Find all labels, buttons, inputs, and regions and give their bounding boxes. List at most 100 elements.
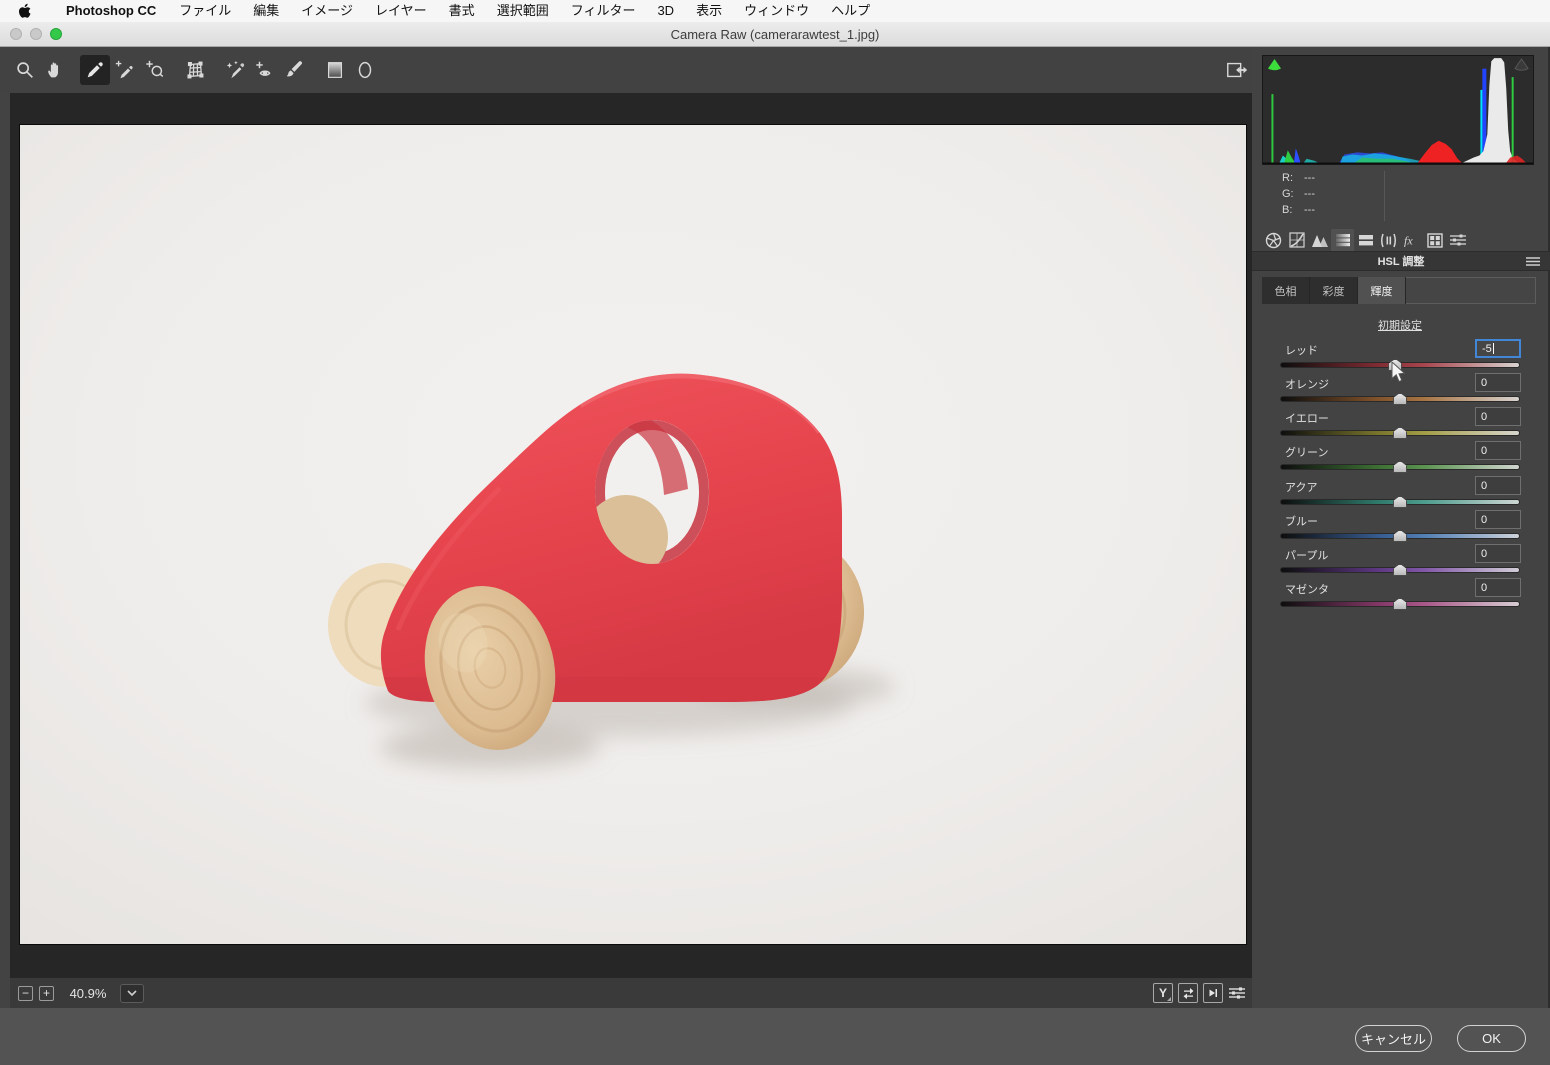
slider-thumb-green[interactable]: [1393, 461, 1407, 473]
svg-text:fx: fx: [1404, 234, 1413, 248]
slider-thumb-yellow[interactable]: [1393, 427, 1407, 439]
before-after-view-button[interactable]: Y: [1153, 983, 1173, 1003]
copy-settings-button[interactable]: [1203, 983, 1223, 1003]
slider-track-yellow[interactable]: [1280, 430, 1520, 436]
slider-input-purple[interactable]: 0: [1475, 544, 1521, 563]
adjustment-brush-tool-button[interactable]: [280, 55, 310, 85]
panel-title: HSL 調整: [1378, 253, 1425, 269]
fullscreen-toggle-button[interactable]: [1222, 55, 1252, 85]
menu-item-window[interactable]: ウィンドウ: [733, 0, 820, 22]
menu-item-file[interactable]: ファイル: [168, 0, 242, 22]
slider-label-aqua: アクア: [1285, 479, 1317, 495]
highlight-clipping-indicator[interactable]: [1513, 58, 1530, 72]
menu-item-select[interactable]: 選択範囲: [486, 0, 560, 22]
zoom-bar: − + 40.9% Y: [10, 978, 1252, 1008]
menu-item-layer[interactable]: レイヤー: [364, 0, 438, 22]
slider-label-blue: ブルー: [1285, 513, 1318, 529]
highlight-clipping-icon: [1513, 58, 1530, 72]
zoom-out-button[interactable]: −: [18, 986, 33, 1001]
slider-input-magenta[interactable]: 0: [1475, 578, 1521, 597]
white-balance-tool-icon: [84, 59, 106, 81]
slider-thumb-blue[interactable]: [1393, 530, 1407, 542]
camera-calibration-tab-icon: [1427, 233, 1443, 248]
radial-filter-tool-button[interactable]: [350, 55, 380, 85]
graduated-filter-tool-button[interactable]: [320, 55, 350, 85]
menu-item-help[interactable]: ヘルプ: [820, 0, 881, 22]
color-sampler-tool-icon: [114, 59, 136, 81]
tab-luminance[interactable]: 輝度: [1358, 277, 1406, 304]
slider-track-orange[interactable]: [1280, 396, 1520, 402]
tab-split-toning[interactable]: [1354, 229, 1377, 251]
slider-input-red[interactable]: -5: [1475, 339, 1521, 358]
slider-thumb-orange[interactable]: [1393, 393, 1407, 405]
shadow-clipping-indicator[interactable]: [1266, 58, 1283, 72]
slider-input-green[interactable]: 0: [1475, 441, 1521, 460]
slider-yellow: イエロー 0: [1252, 410, 1550, 440]
preview-settings-button[interactable]: [1228, 983, 1246, 1003]
zoom-tool-button[interactable]: [10, 55, 40, 85]
tab-hsl-grayscale[interactable]: [1331, 229, 1354, 251]
slider-track-blue[interactable]: [1280, 533, 1520, 539]
presets-tab-icon: [1450, 233, 1466, 247]
hsl-grayscale-tab-icon: [1335, 233, 1351, 247]
menu-item-type[interactable]: 書式: [438, 0, 486, 22]
spot-removal-tool-button[interactable]: [220, 55, 250, 85]
apple-menu[interactable]: [18, 3, 34, 19]
slider-thumb-magenta[interactable]: [1393, 598, 1407, 610]
camera-raw-dialog: − + 40.9% Y: [0, 47, 1550, 1065]
tab-tone-curve[interactable]: [1285, 229, 1308, 251]
slider-input-aqua[interactable]: 0: [1475, 476, 1521, 495]
tab-saturation[interactable]: 彩度: [1310, 277, 1358, 304]
histogram-plot: [1263, 56, 1533, 164]
tab-hue[interactable]: 色相: [1262, 277, 1310, 304]
targeted-adjustment-tool-button[interactable]: [140, 55, 170, 85]
slider-thumb-purple[interactable]: [1393, 564, 1407, 576]
slider-input-yellow[interactable]: 0: [1475, 407, 1521, 426]
effects-tab-icon: fx: [1403, 233, 1421, 247]
tab-camera-calibration[interactable]: [1423, 229, 1446, 251]
g-row: G:---: [1282, 186, 1315, 202]
detail-tab-icon: [1311, 233, 1329, 247]
slider-input-blue[interactable]: 0: [1475, 510, 1521, 529]
white-balance-tool-button[interactable]: [80, 55, 110, 85]
tab-detail[interactable]: [1308, 229, 1331, 251]
slider-input-orange[interactable]: 0: [1475, 373, 1521, 392]
panel-menu-icon[interactable]: [1526, 257, 1540, 269]
zoom-level-dropdown[interactable]: [120, 984, 144, 1003]
default-settings-link[interactable]: 初期設定: [1280, 317, 1520, 333]
tab-presets[interactable]: [1446, 229, 1469, 251]
cancel-button[interactable]: キャンセル: [1355, 1025, 1432, 1052]
arrow-left-icon: [1207, 987, 1219, 999]
menu-item-view[interactable]: 表示: [685, 0, 733, 22]
basic-tab-icon: [1265, 232, 1282, 249]
slider-track-magenta[interactable]: [1280, 601, 1520, 607]
preview-image[interactable]: [20, 125, 1246, 944]
panel-tab-strip: fx: [1262, 229, 1469, 251]
tab-effects[interactable]: fx: [1400, 229, 1423, 251]
menu-item-3d[interactable]: 3D: [646, 0, 685, 22]
menu-item-edit[interactable]: 編集: [242, 0, 290, 22]
swap-before-after-button[interactable]: [1178, 983, 1198, 1003]
slider-label-purple: パープル: [1285, 547, 1328, 563]
zoom-in-button[interactable]: +: [39, 986, 54, 1001]
slider-label-green: グリーン: [1285, 444, 1328, 460]
menu-item-image[interactable]: イメージ: [290, 0, 364, 22]
slider-track-purple[interactable]: [1280, 567, 1520, 573]
tab-basic[interactable]: [1262, 229, 1285, 251]
slider-track-green[interactable]: [1280, 464, 1520, 470]
camera-raw-toolbar: [0, 47, 1252, 93]
swap-arrows-icon: [1182, 987, 1195, 1000]
menu-item-filter[interactable]: フィルター: [560, 0, 647, 22]
preview-area: [10, 93, 1252, 978]
r-row: R:---: [1282, 170, 1315, 186]
menu-item-app[interactable]: Photoshop CC: [54, 0, 168, 22]
ok-button[interactable]: OK: [1457, 1025, 1526, 1052]
red-eye-tool-button[interactable]: [250, 55, 280, 85]
transform-tool-button[interactable]: [180, 55, 210, 85]
hand-tool-button[interactable]: [40, 55, 70, 85]
color-sampler-tool-button[interactable]: [110, 55, 140, 85]
hsl-tab-bar: 色相 彩度 輝度: [1262, 277, 1406, 304]
tab-lens-corrections[interactable]: [1377, 229, 1400, 251]
slider-thumb-aqua[interactable]: [1393, 496, 1407, 508]
slider-track-aqua[interactable]: [1280, 499, 1520, 505]
